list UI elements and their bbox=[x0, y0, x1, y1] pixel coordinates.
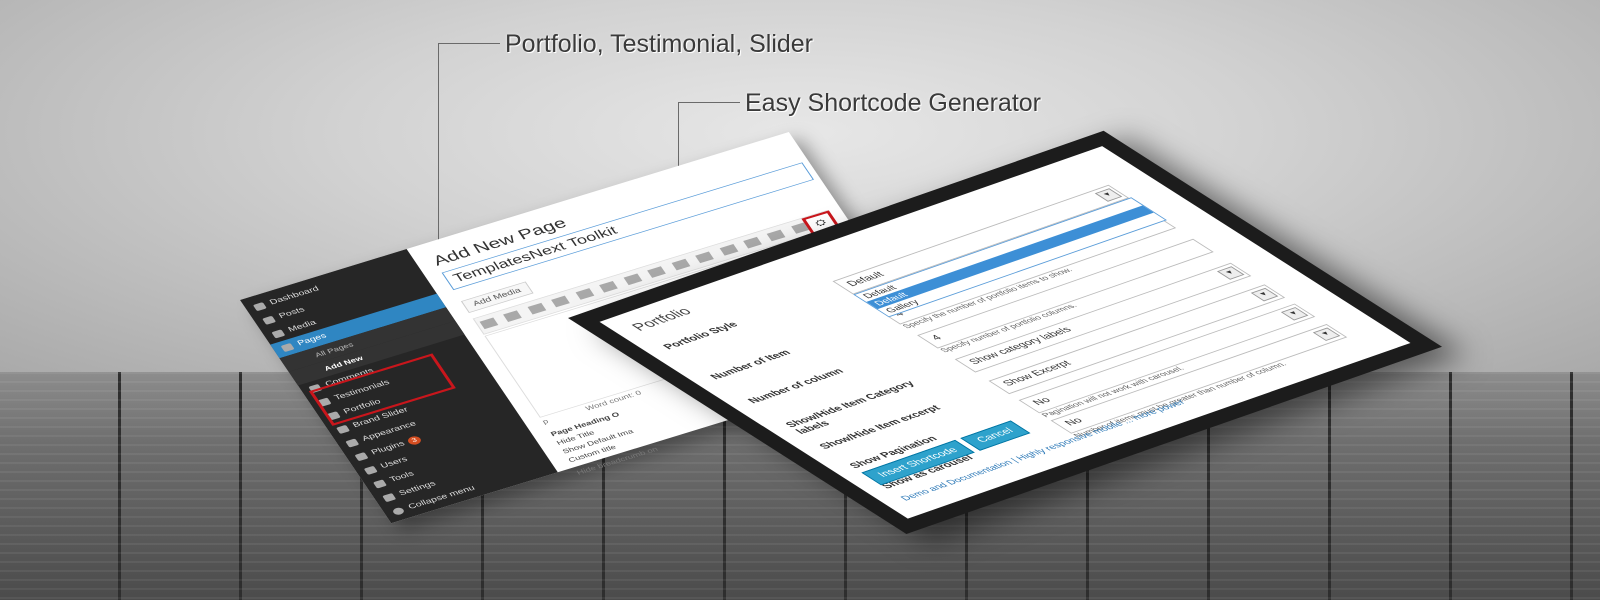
align-left-icon[interactable] bbox=[647, 266, 667, 278]
hr-icon[interactable] bbox=[623, 273, 643, 286]
collapse-icon bbox=[391, 506, 406, 516]
unlink-icon[interactable] bbox=[743, 236, 762, 249]
chevron-down-icon: ▼ bbox=[1216, 266, 1245, 280]
media-icon bbox=[271, 329, 286, 339]
align-right-icon[interactable] bbox=[695, 251, 714, 264]
user-icon bbox=[363, 465, 378, 475]
plugin-icon bbox=[354, 452, 369, 462]
chevron-down-icon: ▼ bbox=[1280, 307, 1309, 321]
slider-icon bbox=[336, 424, 351, 434]
callout-easy-shortcode-generator: Easy Shortcode Generator bbox=[745, 89, 1041, 117]
numbered-list-icon[interactable] bbox=[575, 288, 595, 300]
align-center-icon[interactable] bbox=[671, 258, 691, 271]
strikethrough-icon[interactable] bbox=[527, 302, 547, 315]
bullet-list-icon[interactable] bbox=[551, 295, 571, 308]
blockquote-icon[interactable] bbox=[599, 280, 619, 293]
editor-path: p bbox=[540, 417, 550, 426]
callout-portfolio-testimonial-slider: Portfolio, Testimonial, Slider bbox=[505, 30, 814, 58]
pages-icon bbox=[280, 342, 295, 353]
bold-icon[interactable] bbox=[479, 317, 499, 330]
italic-icon[interactable] bbox=[503, 310, 523, 322]
callout-line-top-h bbox=[438, 43, 500, 44]
wrench-icon bbox=[373, 479, 387, 489]
more-icon[interactable] bbox=[767, 229, 786, 242]
callout-line-right-h bbox=[678, 102, 740, 103]
select-value: No bbox=[1062, 416, 1086, 428]
update-count-badge: 3 bbox=[405, 434, 424, 447]
select-value: No bbox=[1030, 395, 1055, 408]
dialog-title: Portfolio bbox=[627, 304, 696, 333]
chevron-down-icon: ▼ bbox=[1094, 188, 1123, 202]
chevron-down-icon: ▼ bbox=[1312, 327, 1341, 341]
link-icon[interactable] bbox=[719, 244, 738, 256]
dashboard-icon bbox=[252, 302, 267, 312]
brush-icon bbox=[345, 438, 360, 448]
chevron-down-icon: ▼ bbox=[1250, 287, 1279, 302]
pin-icon bbox=[262, 315, 277, 325]
settings-icon bbox=[382, 493, 397, 503]
